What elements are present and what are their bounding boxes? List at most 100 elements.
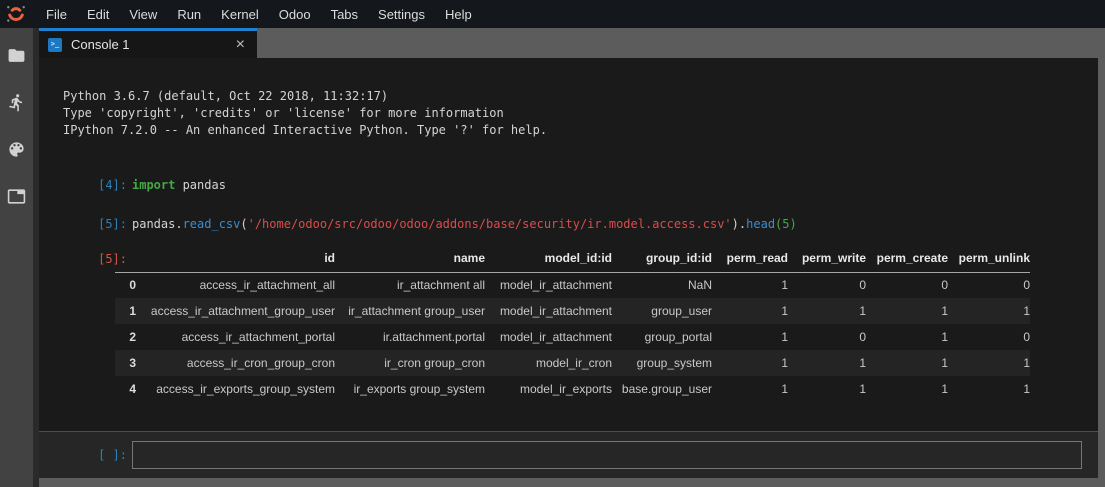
table-row: 2access_ir_attachment_portalir.attachmen… <box>115 324 1030 350</box>
row-index: 2 <box>115 324 136 350</box>
tab-close-icon[interactable]: × <box>234 38 247 52</box>
menu-items: FileEditViewRunKernelOdooTabsSettingsHel… <box>36 0 482 28</box>
table-cell: 1 <box>788 376 866 402</box>
row-index: 1 <box>115 298 136 324</box>
output-prompt: [5]: <box>63 251 127 268</box>
table-cell: 0 <box>948 324 1030 350</box>
files-icon[interactable] <box>7 45 27 65</box>
table-cell: 1 <box>788 298 866 324</box>
table-header-name: name <box>335 246 485 272</box>
menu-bar: FileEditViewRunKernelOdooTabsSettingsHel… <box>0 0 1105 28</box>
menu-item-tabs[interactable]: Tabs <box>321 0 368 28</box>
table-row: 1access_ir_attachment_group_userir_attac… <box>115 298 1030 324</box>
odoo-spinner-logo <box>5 3 27 25</box>
table-row: 4access_ir_exports_group_systemir_export… <box>115 376 1030 402</box>
execution-prompt: [5]: <box>63 216 127 233</box>
table-header-perm_write: perm_write <box>788 246 866 272</box>
table-row: 0access_ir_attachment_allir_attachment a… <box>115 272 1030 298</box>
row-index: 3 <box>115 350 136 376</box>
table-cell: 0 <box>788 272 866 298</box>
table-cell: 1 <box>948 350 1030 376</box>
console-input[interactable] <box>132 441 1082 469</box>
table-cell: model_ir_attachment <box>485 298 612 324</box>
table-cell: 0 <box>788 324 866 350</box>
table-row: 3access_ir_cron_group_cronir_cron group_… <box>115 350 1030 376</box>
row-index: 0 <box>115 272 136 298</box>
table-cell: 1 <box>712 298 788 324</box>
running-sessions-icon[interactable] <box>7 92 27 112</box>
table-cell: group_user <box>612 298 712 324</box>
input-prompt: [ ]: <box>63 448 127 462</box>
console-history: Python 3.6.7 (default, Oct 22 2018, 11:3… <box>39 58 1098 431</box>
table-cell: group_system <box>612 350 712 376</box>
table-header-perm_read: perm_read <box>712 246 788 272</box>
table-cell: group_portal <box>612 324 712 350</box>
table-cell: 1 <box>866 350 948 376</box>
dock-panel: >_ Console 1 × Python 3.6.7 (default, Oc… <box>39 28 1105 487</box>
tab-label: Console 1 <box>71 37 234 52</box>
open-tabs-icon[interactable] <box>7 186 27 206</box>
code-line: import pandas <box>132 177 226 194</box>
table-cell: 1 <box>866 298 948 324</box>
input-cell-4: [4]: import pandas <box>63 177 1098 194</box>
table-cell: model_ir_exports <box>485 376 612 402</box>
table-cell: ir_exports group_system <box>335 376 485 402</box>
table-cell: 1 <box>866 376 948 402</box>
menu-item-kernel[interactable]: Kernel <box>211 0 269 28</box>
table-cell: 1 <box>948 298 1030 324</box>
table-cell: access_ir_exports_group_system <box>136 376 335 402</box>
menu-item-odoo[interactable]: Odoo <box>269 0 321 28</box>
menu-item-help[interactable]: Help <box>435 0 482 28</box>
table-cell: model_ir_attachment <box>485 324 612 350</box>
table-cell: access_ir_attachment_group_user <box>136 298 335 324</box>
table-cell: 1 <box>712 272 788 298</box>
main-area: >_ Console 1 × Python 3.6.7 (default, Oc… <box>0 28 1105 487</box>
banner-line: Type 'copyright', 'credits' or 'license'… <box>63 105 1098 122</box>
menu-item-file[interactable]: File <box>36 0 77 28</box>
table-cell: ir_attachment all <box>335 272 485 298</box>
console-icon: >_ <box>48 38 62 52</box>
table-cell: ir.attachment.portal <box>335 324 485 350</box>
table-cell: 1 <box>712 350 788 376</box>
table-cell: 1 <box>788 350 866 376</box>
console-input-row: [ ]: <box>39 431 1098 478</box>
execution-prompt: [4]: <box>63 177 127 194</box>
left-sidebar <box>0 28 33 487</box>
table-cell: base.group_user <box>612 376 712 402</box>
table-header-perm_create: perm_create <box>866 246 948 272</box>
table-cell: access_ir_attachment_all <box>136 272 335 298</box>
command-palette-icon[interactable] <box>7 139 27 159</box>
table-header-id: id <box>136 246 335 272</box>
table-cell: ir_attachment group_user <box>335 298 485 324</box>
table-cell: 1 <box>712 324 788 350</box>
table-cell: NaN <box>612 272 712 298</box>
app-window: FileEditViewRunKernelOdooTabsSettingsHel… <box>0 0 1105 487</box>
menu-item-edit[interactable]: Edit <box>77 0 119 28</box>
output-cell-5: [5]: idnamemodel_id:idgroup_id:idperm_re… <box>63 246 1098 402</box>
table-cell: 1 <box>712 376 788 402</box>
row-index: 4 <box>115 376 136 402</box>
menu-item-view[interactable]: View <box>119 0 167 28</box>
banner-line: IPython 7.2.0 -- An enhanced Interactive… <box>63 122 1098 139</box>
dataframe-table: idnamemodel_id:idgroup_id:idperm_readper… <box>115 246 1030 402</box>
tab-bar: >_ Console 1 × <box>39 28 1098 58</box>
table-header-perm_unlink: perm_unlink <box>948 246 1030 272</box>
table-header-model_id:id: model_id:id <box>485 246 612 272</box>
table-cell: 0 <box>948 272 1030 298</box>
menu-item-settings[interactable]: Settings <box>368 0 435 28</box>
table-cell: model_ir_attachment <box>485 272 612 298</box>
table-cell: access_ir_cron_group_cron <box>136 350 335 376</box>
menu-item-run[interactable]: Run <box>167 0 211 28</box>
table-cell: ir_cron group_cron <box>335 350 485 376</box>
table-cell: access_ir_attachment_portal <box>136 324 335 350</box>
table-cell: model_ir_cron <box>485 350 612 376</box>
table-header-group_id:id: group_id:id <box>612 246 712 272</box>
code-line: pandas.read_csv('/home/odoo/src/odoo/odo… <box>132 216 797 233</box>
table-cell: 0 <box>866 272 948 298</box>
banner-line: Python 3.6.7 (default, Oct 22 2018, 11:3… <box>63 88 1098 105</box>
table-cell: 1 <box>948 376 1030 402</box>
console-panel: Python 3.6.7 (default, Oct 22 2018, 11:3… <box>39 58 1098 478</box>
table-cell: 1 <box>866 324 948 350</box>
input-cell-5: [5]: pandas.read_csv('/home/odoo/src/odo… <box>63 216 1098 233</box>
tab-console-1[interactable]: >_ Console 1 × <box>39 28 257 58</box>
